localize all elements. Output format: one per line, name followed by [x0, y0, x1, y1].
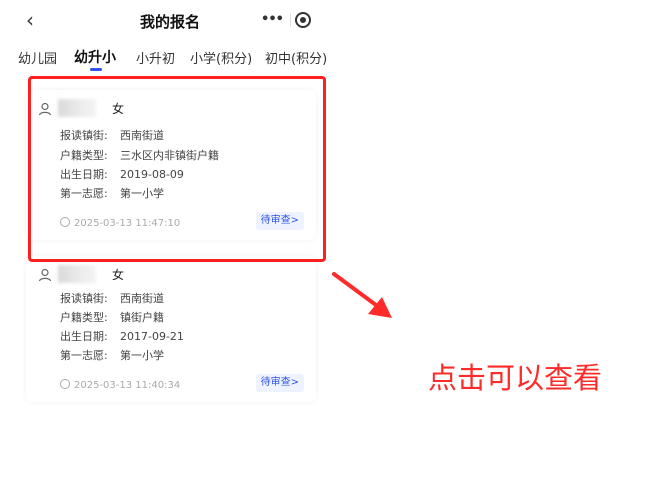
- submit-time-text: 2025-03-13 11:40:34: [74, 380, 181, 391]
- info-row: 出生日期: 2017-09-21: [60, 328, 184, 344]
- mini-program-capsule: •••: [256, 6, 324, 34]
- red-arrow-icon: [332, 272, 392, 318]
- capsule-divider: [290, 13, 291, 27]
- status-badge[interactable]: 待审查>: [255, 374, 304, 392]
- category-tabs: 幼儿园 幼升小 小升初 小学(积分) 初中(积分): [0, 44, 340, 74]
- gender-text: 女: [112, 268, 125, 282]
- info-label: 出生日期:: [60, 330, 108, 343]
- active-tab-indicator: [90, 68, 102, 71]
- tab-kindergarten[interactable]: 幼儿园: [18, 48, 57, 67]
- info-value: 镇街户籍: [120, 311, 164, 324]
- submit-time: 2025-03-13 11:40:34: [60, 379, 180, 391]
- nav-bar: ‹ 我的报名 •••: [0, 0, 340, 40]
- info-value: 第一小学: [120, 349, 164, 362]
- info-row: 报读镇街: 西南街道: [60, 290, 164, 306]
- more-dots-icon[interactable]: •••: [256, 8, 288, 32]
- clock-icon: [60, 379, 70, 389]
- person-icon: [38, 268, 52, 282]
- tab-primary-points[interactable]: 小学(积分): [190, 48, 252, 67]
- blurred-applicant-name: [58, 265, 96, 283]
- target-close-icon[interactable]: [295, 12, 311, 28]
- info-label: 报读镇街:: [60, 292, 108, 305]
- info-value: 西南街道: [120, 292, 164, 305]
- tab-primary-to-middle[interactable]: 小升初: [136, 48, 175, 67]
- info-row: 第一志愿: 第一小学: [60, 347, 164, 363]
- annotation-text: 点击可以查看: [428, 361, 603, 395]
- highlight-box: [28, 76, 326, 262]
- registration-card[interactable]: 女 报读镇街: 西南街道 户籍类型: 镇街户籍 出生日期: 2017-09-21 第一…: [26, 256, 316, 402]
- info-label: 第一志愿:: [60, 349, 108, 362]
- info-label: 户籍类型:: [60, 311, 108, 324]
- info-value: 2017-09-21: [120, 330, 184, 343]
- tab-kindergarten-to-primary[interactable]: 幼升小: [74, 47, 116, 67]
- info-row: 户籍类型: 镇街户籍: [60, 309, 164, 325]
- tab-middle-points[interactable]: 初中(积分): [265, 48, 327, 67]
